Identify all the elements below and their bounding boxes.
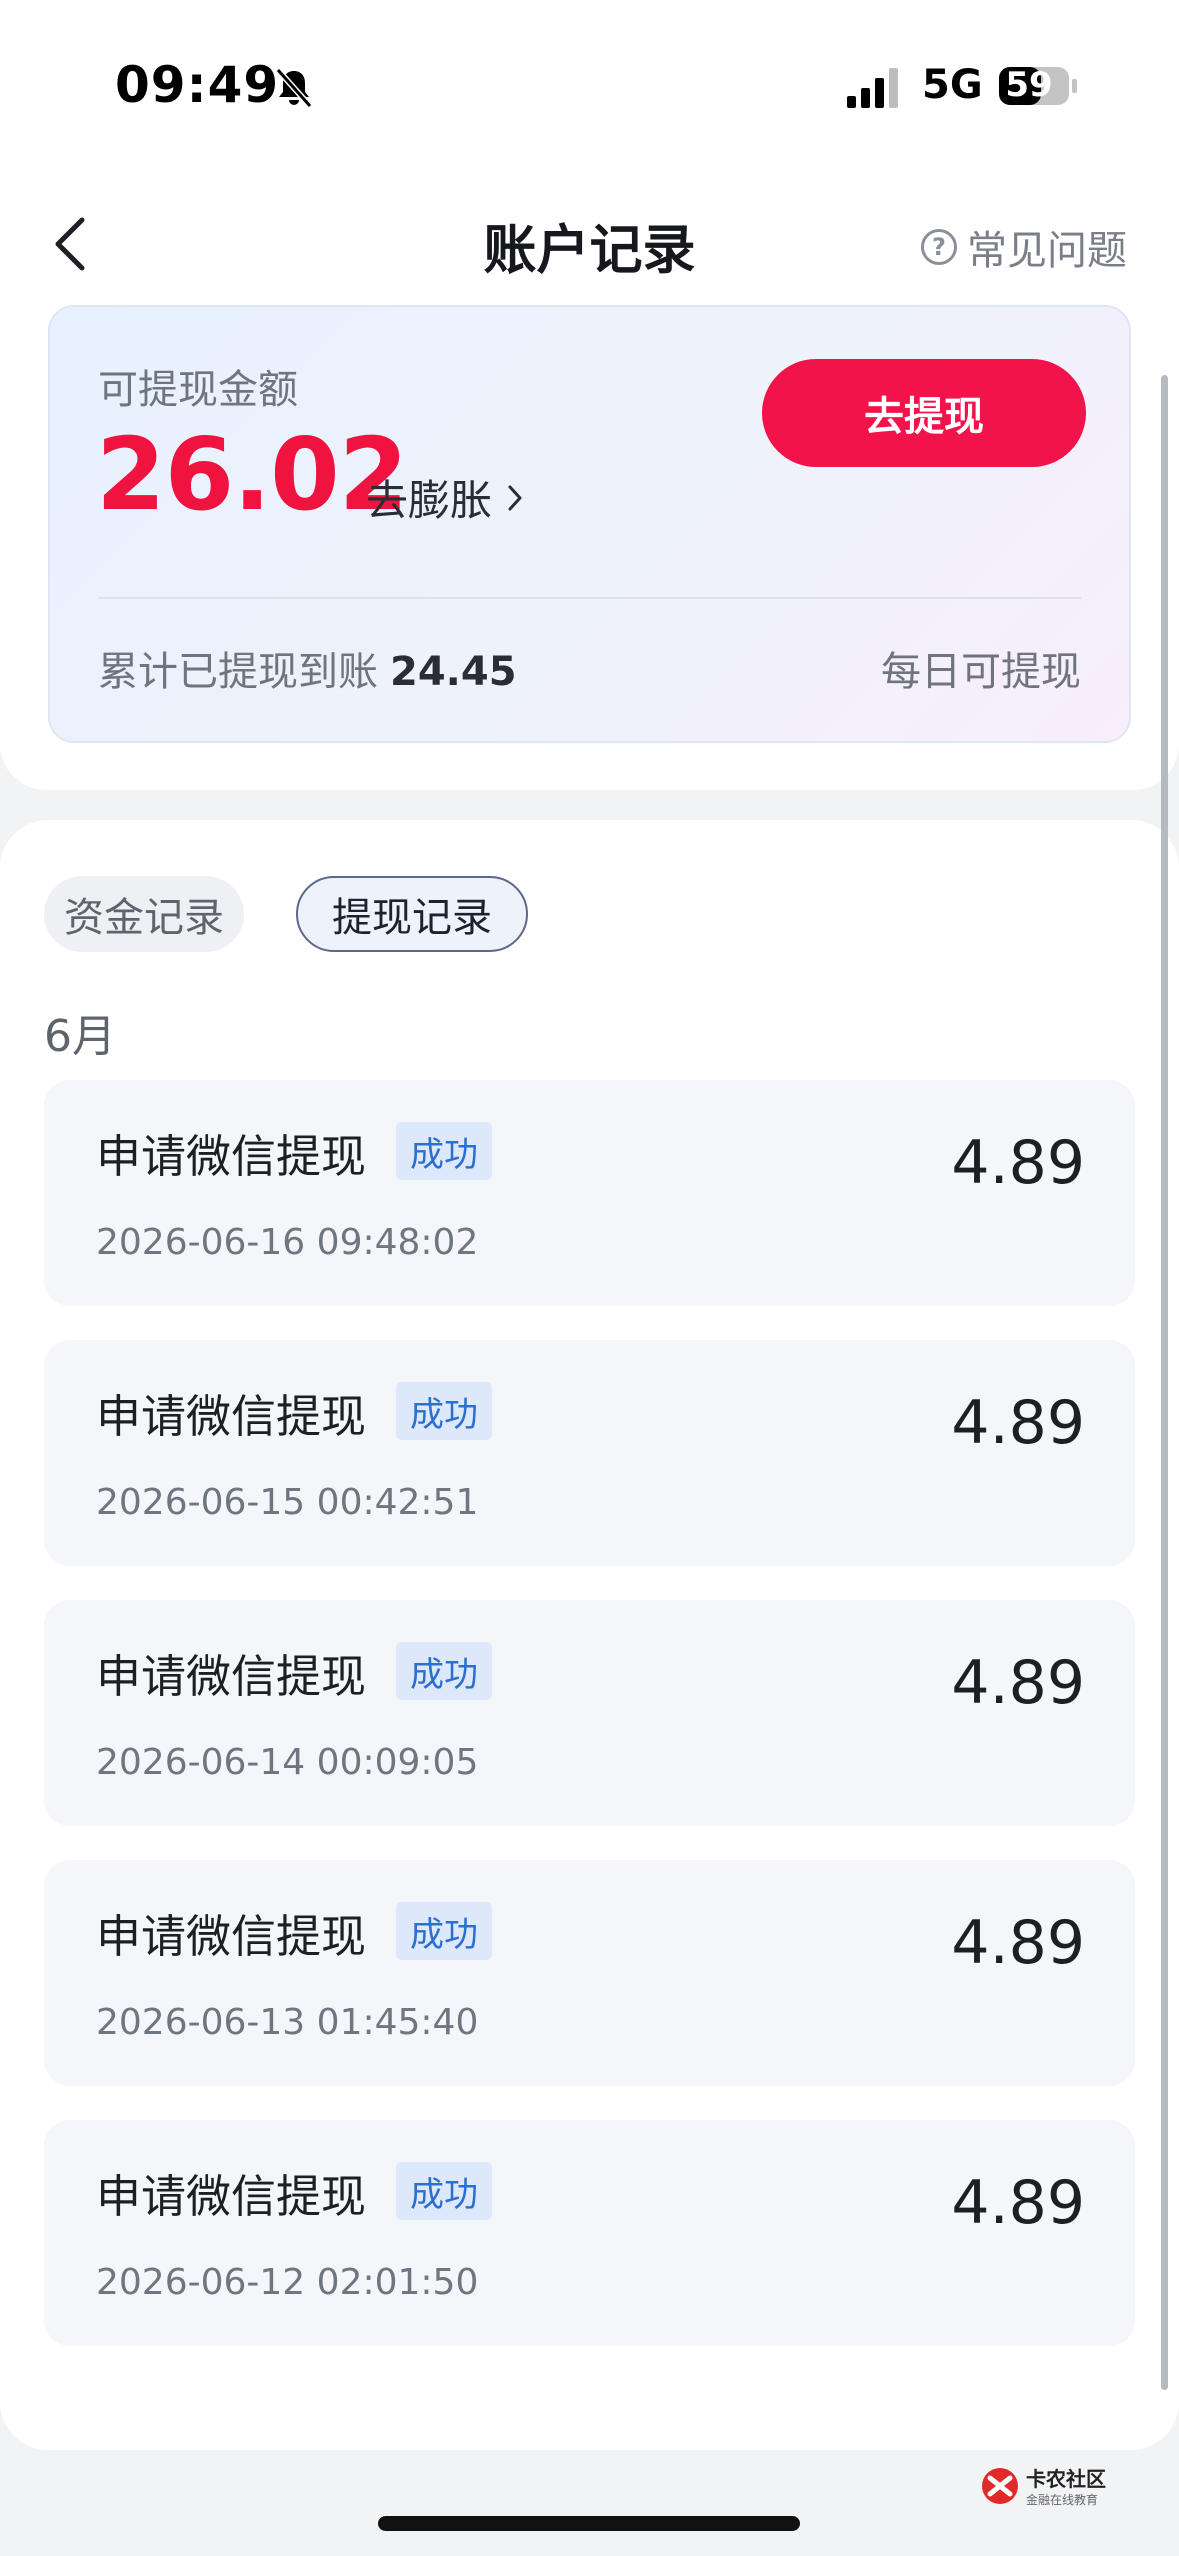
record-amount: 4.89 (951, 1648, 1085, 1718)
cumulative-label: 累计已提现到账 (98, 649, 378, 695)
expand-label: 去膨胀 (366, 476, 493, 525)
record-time: 2026-06-16 09:48:02 (96, 1222, 479, 1263)
record-time: 2026-06-14 00:09:05 (96, 1742, 479, 1783)
watermark-tagline: 金融在线教育 (1026, 2492, 1098, 2507)
list-item[interactable]: 申请微信提现 成功 2026-06-12 02:01:50 4.89 (44, 2120, 1135, 2346)
tab-withdraw-records[interactable]: 提现记录 (296, 876, 528, 952)
record-time: 2026-06-13 01:45:40 (96, 2002, 479, 2043)
list-item[interactable]: 申请微信提现 成功 2026-06-13 01:45:40 4.89 (44, 1860, 1135, 2086)
daily-withdraw-label: 每日可提现 (881, 649, 1081, 695)
watermark-logo: 卡农社区 金融在线教育 (982, 2467, 1106, 2507)
status-badge: 成功 (396, 1642, 492, 1700)
bell-muted-icon (275, 68, 313, 108)
watermark-name: 卡农社区 (1026, 2467, 1106, 2491)
home-indicator[interactable] (378, 2516, 800, 2531)
battery-level: 59 (1005, 65, 1053, 105)
record-amount: 4.89 (951, 1388, 1085, 1458)
network-type: 5G (922, 62, 983, 108)
cumulative-withdrawn: 累计已提现到账 24.45 (98, 639, 517, 697)
record-title: 申请微信提现 (96, 2170, 367, 2223)
tab-fund-records[interactable]: 资金记录 (44, 876, 244, 952)
status-badge: 成功 (396, 1382, 492, 1440)
record-title: 申请微信提现 (96, 1650, 367, 1703)
status-badge: 成功 (396, 1122, 492, 1180)
withdraw-button[interactable]: 去提现 (762, 359, 1086, 467)
list-item[interactable]: 申请微信提现 成功 2026-06-15 00:42:51 4.89 (44, 1340, 1135, 1566)
month-header: 6月 (44, 1011, 116, 1062)
withdrawable-amount: 26.02 (96, 416, 408, 533)
cumulative-amount: 24.45 (390, 649, 517, 695)
record-amount: 4.89 (951, 2168, 1085, 2238)
card-divider (98, 597, 1081, 599)
cellular-signal-icon (847, 68, 898, 108)
withdrawable-label: 可提现金额 (98, 367, 298, 413)
record-title: 申请微信提现 (96, 1390, 367, 1443)
record-title: 申请微信提现 (96, 1130, 367, 1183)
expand-link[interactable]: 去膨胀 (366, 467, 524, 528)
status-badge: 成功 (396, 1902, 492, 1960)
list-item[interactable]: 申请微信提现 成功 2026-06-16 09:48:02 4.89 (44, 1080, 1135, 1306)
balance-card: 可提现金额 26.02 去膨胀 去提现 累计已提现到账 24.45 每日可提现 (48, 305, 1131, 743)
list-item[interactable]: 申请微信提现 成功 2026-06-14 00:09:05 4.89 (44, 1600, 1135, 1826)
faq-label: 常见问题 (967, 228, 1127, 274)
status-badge: 成功 (396, 2162, 492, 2220)
chevron-right-icon (508, 485, 522, 510)
record-amount: 4.89 (951, 1128, 1085, 1198)
record-time: 2026-06-12 02:01:50 (96, 2262, 479, 2303)
scrollbar[interactable] (1161, 375, 1168, 2390)
record-title: 申请微信提现 (96, 1910, 367, 1963)
record-amount: 4.89 (951, 1908, 1085, 1978)
record-time: 2026-06-15 00:42:51 (96, 1482, 479, 1523)
question-circle-icon: ? (921, 229, 957, 265)
status-time: 09:49 (115, 56, 280, 114)
records-panel: 资金记录 提现记录 6月 申请微信提现 成功 2026-06-16 09:48:… (0, 820, 1179, 2450)
faq-link[interactable]: ? 常见问题 (921, 218, 1127, 276)
